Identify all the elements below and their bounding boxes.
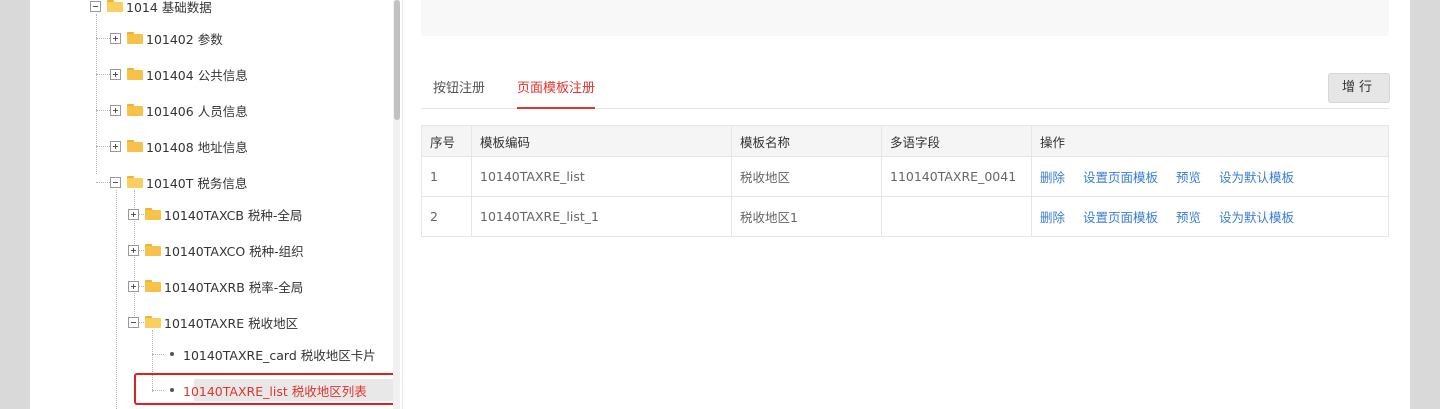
cell-code: 10140TAXRE_list — [471, 156, 732, 197]
column-header-multilang: 多语字段 — [881, 125, 1032, 157]
tree-node-label: 10140TAXRE 税收地区 — [164, 315, 299, 331]
folder-icon — [145, 244, 161, 256]
tree-node-label: 101402 参数 — [146, 31, 223, 47]
folder-open-icon — [107, 0, 123, 12]
cell-actions: 删除 设置页面模板 预览 设为默认模板 — [1031, 156, 1389, 197]
tree-node-label: 10140T 税务信息 — [146, 175, 248, 191]
cell-name: 税收地区 — [731, 156, 882, 197]
cell-multilang — [881, 196, 1032, 237]
tree-node-label: 101406 人员信息 — [146, 103, 248, 119]
tree-node-root[interactable]: 1014 基础数据 — [90, 0, 212, 17]
collapse-icon[interactable] — [110, 176, 121, 188]
table-row: 2 10140TAXRE_list_1 税收地区1 删除 设置页面模板 预览 设… — [421, 196, 1389, 237]
expand-icon[interactable] — [128, 244, 139, 256]
preview-link[interactable]: 预览 — [1176, 170, 1201, 185]
top-info-card — [421, 0, 1389, 36]
app-window: 1014 基础数据 101402 参数 101404 公共信息 101406 人… — [30, 0, 1410, 409]
tree-leaf-label: 10140TAXRE_card 税收地区卡片 — [183, 347, 376, 363]
tree-node-10140TAXRE[interactable]: 10140TAXRE 税收地区 — [128, 311, 298, 333]
tree-node-101404[interactable]: 101404 公共信息 — [110, 63, 248, 85]
tree-node-label: 1014 基础数据 — [126, 0, 212, 15]
tree-node-label: 101404 公共信息 — [146, 67, 248, 83]
tab-page-template-register[interactable]: 页面模板注册 — [517, 70, 596, 109]
tree-scrollbar-thumb[interactable] — [394, 0, 400, 120]
tree-leaf-card[interactable]: 10140TAXRE_card 税收地区卡片 — [170, 343, 376, 365]
folder-open-icon — [127, 176, 143, 188]
delete-link[interactable]: 删除 — [1040, 210, 1065, 225]
bullet-icon — [170, 352, 174, 356]
folder-icon — [127, 32, 143, 44]
table-header-row: 序号 模板编码 模板名称 多语字段 操作 — [421, 125, 1389, 157]
template-table: 序号 模板编码 模板名称 多语字段 操作 1 10140TAXRE_list 税… — [421, 125, 1389, 237]
expand-icon[interactable] — [110, 32, 121, 44]
cell-actions: 删除 设置页面模板 预览 设为默认模板 — [1031, 196, 1389, 237]
expand-icon[interactable] — [128, 208, 139, 220]
tree-node-101402[interactable]: 101402 参数 — [110, 27, 223, 49]
tab-button-register[interactable]: 按钮注册 — [433, 70, 485, 108]
tree-node-label: 101408 地址信息 — [146, 139, 248, 155]
cell-index: 1 — [421, 156, 472, 197]
tree-node-label: 10140TAXCO 税种-组织 — [164, 243, 304, 259]
column-header-actions: 操作 — [1031, 125, 1389, 157]
cell-multilang: 110140TAXRE_0041 — [881, 156, 1032, 197]
set-page-template-link[interactable]: 设置页面模板 — [1083, 170, 1158, 185]
column-header-name: 模板名称 — [731, 125, 882, 157]
tree-node-10140T[interactable]: 10140T 税务信息 — [110, 171, 247, 193]
delete-link[interactable]: 删除 — [1040, 170, 1065, 185]
selection-highlight-box — [134, 373, 396, 405]
tab-bar: 按钮注册 页面模板注册 — [421, 70, 1389, 109]
tree-node-10140TAXCO[interactable]: 10140TAXCO 税种-组织 — [128, 239, 304, 261]
folder-icon — [127, 140, 143, 152]
expand-icon[interactable] — [128, 280, 139, 292]
folder-icon — [145, 208, 161, 220]
collapse-icon[interactable] — [128, 316, 139, 328]
cell-name: 税收地区1 — [731, 196, 882, 237]
cell-code: 10140TAXRE_list_1 — [471, 196, 732, 237]
panel-divider — [402, 0, 403, 409]
folder-icon — [127, 104, 143, 116]
tree-node-label: 10140TAXRB 税率-全局 — [164, 279, 304, 295]
expand-icon[interactable] — [110, 140, 121, 152]
collapse-icon[interactable] — [90, 0, 101, 12]
tree-node-101408[interactable]: 101408 地址信息 — [110, 135, 248, 157]
cell-index: 2 — [421, 196, 472, 237]
expand-icon[interactable] — [110, 104, 121, 116]
expand-icon[interactable] — [110, 68, 121, 80]
column-header-code: 模板编码 — [471, 125, 732, 157]
table-row: 1 10140TAXRE_list 税收地区 110140TAXRE_0041 … — [421, 156, 1389, 197]
folder-open-icon — [145, 316, 161, 328]
folder-icon — [127, 68, 143, 80]
tree-node-10140TAXRB[interactable]: 10140TAXRB 税率-全局 — [128, 275, 303, 297]
tree-node-101406[interactable]: 101406 人员信息 — [110, 99, 248, 121]
add-row-button[interactable]: 增行 — [1328, 73, 1390, 103]
set-page-template-link[interactable]: 设置页面模板 — [1083, 210, 1158, 225]
folder-icon — [145, 280, 161, 292]
preview-link[interactable]: 预览 — [1176, 210, 1201, 225]
tree-panel: 1014 基础数据 101402 参数 101404 公共信息 101406 人… — [30, 0, 400, 409]
tree-node-10140TAXCB[interactable]: 10140TAXCB 税种-全局 — [128, 203, 302, 225]
tree-node-label: 10140TAXCB 税种-全局 — [164, 207, 303, 223]
set-default-template-link[interactable]: 设为默认模板 — [1219, 170, 1294, 185]
set-default-template-link[interactable]: 设为默认模板 — [1219, 210, 1294, 225]
column-header-index: 序号 — [421, 125, 472, 157]
